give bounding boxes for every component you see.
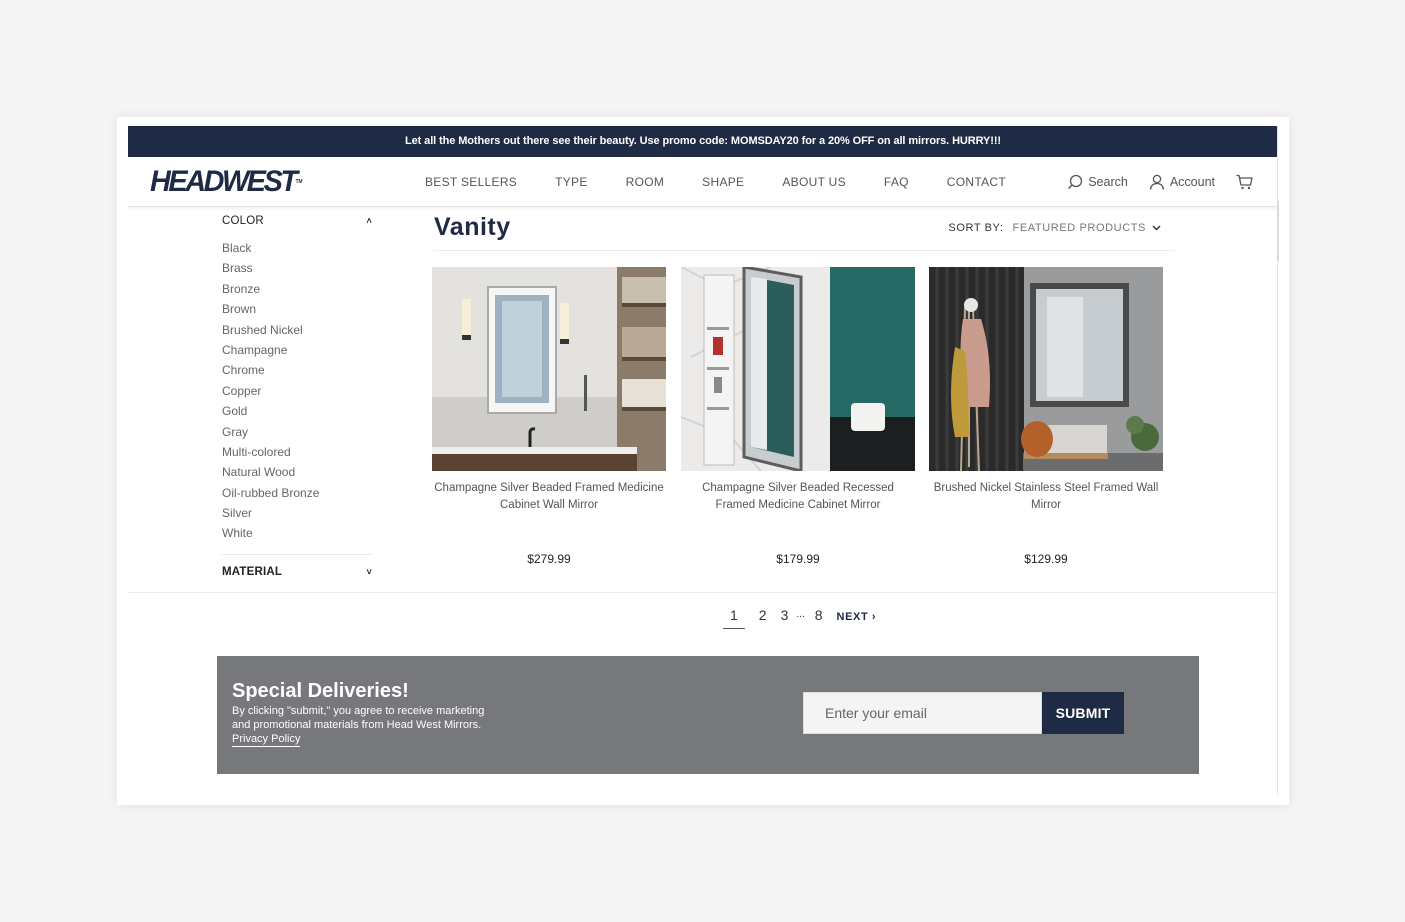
product-name[interactable]: Brushed Nickel Stainless Steel Framed Wa…	[929, 480, 1163, 514]
nav-best-sellers[interactable]: BEST SELLERS	[425, 175, 517, 189]
filter-sidebar: COLOR ˄ Black Brass Bronze Brown Brushed…	[222, 214, 372, 579]
nav-about-us[interactable]: ABOUT US	[782, 175, 846, 189]
privacy-policy-link[interactable]: Privacy Policy	[232, 732, 301, 747]
filter-option[interactable]: Copper	[222, 381, 372, 401]
chevron-down-icon: ˅	[366, 566, 372, 577]
product-listing: Vanity SORT BY: FEATURED PRODUCTS Champa…	[432, 209, 1175, 566]
header-utilities: Search Account	[1046, 157, 1258, 207]
site-header: HEADWESTTM BEST SELLERS TYPE ROOM SHAPE …	[128, 157, 1277, 207]
page-link-current[interactable]: 1	[723, 607, 745, 629]
filter-option[interactable]: Champagne	[222, 340, 372, 360]
chevron-down-icon	[1152, 225, 1161, 231]
page: Let all the Mothers out there see their …	[128, 126, 1278, 794]
filter-option[interactable]: Brushed Nickel	[222, 320, 372, 340]
pagination: 1 2 3 ... 8 NEXT ›	[723, 607, 890, 629]
filter-option[interactable]: Silver	[222, 503, 372, 523]
filter-option[interactable]: White	[222, 523, 372, 543]
cart-button[interactable]	[1236, 174, 1258, 190]
product-card: Brushed Nickel Stainless Steel Framed Wa…	[929, 267, 1163, 577]
newsletter-title: Special Deliveries!	[232, 680, 409, 702]
divider	[222, 553, 372, 555]
search-label: Search	[1088, 175, 1128, 189]
sort-value: FEATURED PRODUCTS	[1012, 222, 1146, 234]
nav-shape[interactable]: SHAPE	[702, 175, 744, 189]
chevron-up-icon: ˄	[366, 216, 372, 226]
page-link[interactable]: 2	[759, 607, 767, 623]
page-title: Vanity	[434, 213, 511, 241]
filter-option[interactable]: Brass	[222, 258, 372, 278]
product-name[interactable]: Champagne Silver Beaded Recessed Framed …	[681, 480, 915, 514]
promo-banner: Let all the Mothers out there see their …	[128, 126, 1277, 157]
next-page-link[interactable]: NEXT ›	[837, 607, 877, 625]
product-card: Champagne Silver Beaded Recessed Framed …	[681, 267, 915, 577]
page-link[interactable]: 3	[781, 607, 789, 623]
filter-option[interactable]: Bronze	[222, 279, 372, 299]
logo[interactable]: HEADWESTTM	[150, 167, 303, 197]
logo-text: HEADWEST	[150, 165, 298, 198]
sort-label: SORT BY:	[948, 222, 1004, 234]
filter-color-heading: COLOR	[222, 215, 264, 227]
page-ellipsis: ...	[796, 609, 805, 620]
scrollbar[interactable]	[1277, 201, 1279, 261]
color-filter-list: Black Brass Bronze Brown Brushed Nickel …	[222, 238, 372, 544]
nav-faq[interactable]: FAQ	[884, 175, 909, 189]
product-image[interactable]	[681, 267, 915, 471]
filter-option[interactable]: Oil-rubbed Bronze	[222, 483, 372, 503]
account-button[interactable]: Account	[1149, 174, 1215, 190]
newsletter-signup: Special Deliveries! By clicking "submit,…	[217, 656, 1199, 774]
product-price: $279.99	[527, 552, 571, 566]
filter-material-toggle[interactable]: MATERIAL ˅	[222, 565, 372, 579]
product-name[interactable]: Champagne Silver Beaded Framed Medicine …	[432, 480, 666, 514]
main-nav: BEST SELLERS TYPE ROOM SHAPE ABOUT US FA…	[425, 157, 1044, 207]
filter-color-toggle[interactable]: COLOR ˄	[222, 214, 372, 228]
sort-dropdown[interactable]: SORT BY: FEATURED PRODUCTS	[948, 222, 1161, 234]
logo-trademark: TM	[295, 179, 303, 185]
product-card: Champagne Silver Beaded Framed Medicine …	[432, 267, 666, 577]
email-field[interactable]	[803, 692, 1042, 734]
divider	[128, 592, 1277, 593]
search-button[interactable]: Search	[1067, 174, 1128, 190]
nav-type[interactable]: TYPE	[555, 175, 588, 189]
product-price: $179.99	[776, 552, 820, 566]
newsletter-disclaimer: By clicking "submit," you agree to recei…	[232, 704, 502, 747]
product-grid: Champagne Silver Beaded Framed Medicine …	[432, 267, 1172, 587]
account-label: Account	[1169, 175, 1215, 189]
filter-material-heading: MATERIAL	[222, 565, 283, 578]
nav-contact[interactable]: CONTACT	[947, 175, 1006, 189]
filter-option[interactable]: Black	[222, 238, 372, 258]
newsletter-text: By clicking "submit," you agree to recei…	[232, 705, 485, 731]
filter-option[interactable]: Natural Wood	[222, 462, 372, 482]
page-link[interactable]: 8	[815, 607, 823, 623]
user-icon	[1149, 174, 1164, 190]
nav-room[interactable]: ROOM	[626, 175, 665, 189]
listing-header: Vanity SORT BY: FEATURED PRODUCTS	[433, 209, 1175, 251]
search-icon	[1068, 174, 1083, 189]
filter-option[interactable]: Chrome	[222, 360, 372, 380]
product-image[interactable]	[432, 267, 666, 471]
filter-option[interactable]: Gold	[222, 401, 372, 421]
product-price: $129.99	[1024, 552, 1068, 566]
filter-option[interactable]: Multi-colored	[222, 442, 372, 462]
submit-button[interactable]: SUBMIT	[1042, 692, 1124, 734]
product-image[interactable]	[929, 267, 1163, 471]
filter-option[interactable]: Gray	[222, 422, 372, 442]
browser-frame: Let all the Mothers out there see their …	[117, 117, 1289, 805]
filter-option[interactable]: Brown	[222, 299, 372, 319]
cart-icon	[1236, 174, 1253, 190]
